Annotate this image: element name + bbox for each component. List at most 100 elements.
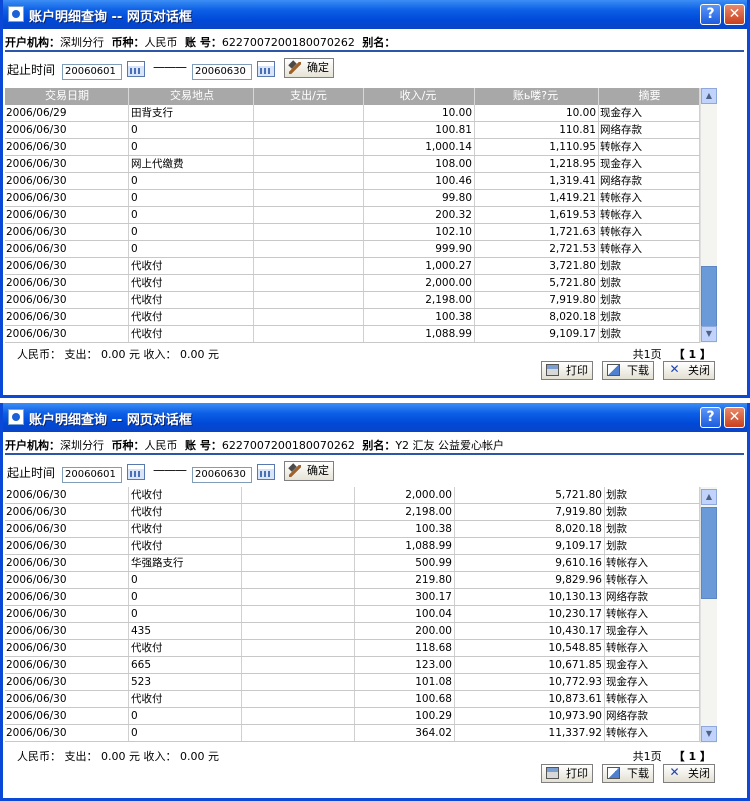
table-row[interactable]: 2006/06/30 代收付 100.68 10,873.61 转帐存入 <box>5 691 715 708</box>
help-button[interactable]: ? <box>700 4 721 25</box>
table-row[interactable]: 2006/06/30 0 100.29 10,973.90 网络存款 <box>5 708 715 725</box>
table-row[interactable]: 2006/06/29 田背支行 10.00 10.00 现金存入 <box>5 105 715 122</box>
cell-date: 2006/06/30 <box>5 521 129 537</box>
cell-summary: 划款 <box>599 275 700 291</box>
table-row[interactable]: 2006/06/30 代收付 1,000.27 3,721.80 划款 <box>5 258 715 275</box>
cell-income: 100.04 <box>355 606 455 622</box>
cell-expense <box>242 657 355 673</box>
end-date-input[interactable]: 20060630 <box>192 467 252 483</box>
start-calendar-icon[interactable] <box>127 61 145 77</box>
cell-balance: 10,548.85 <box>455 640 605 656</box>
end-date-input[interactable]: 20060630 <box>192 64 252 80</box>
download-button[interactable]: 下载 <box>602 764 654 783</box>
download-button[interactable]: 下载 <box>602 361 654 380</box>
close-button[interactable]: ✕ 关闭 <box>663 361 715 380</box>
divider <box>5 50 744 52</box>
cell-income: 1,088.99 <box>364 326 475 342</box>
table-row[interactable]: 2006/06/30 代收付 100.38 8,020.18 划款 <box>5 521 715 538</box>
scroll-thumb[interactable] <box>701 507 717 599</box>
table-row[interactable]: 2006/06/30 665 123.00 10,671.85 现金存入 <box>5 657 715 674</box>
cell-expense <box>242 504 355 520</box>
end-calendar-icon[interactable] <box>257 464 275 480</box>
table-row[interactable]: 2006/06/30 代收付 118.68 10,548.85 转帐存入 <box>5 640 715 657</box>
col-header-date[interactable]: 交易日期 <box>5 88 129 105</box>
cell-expense <box>254 241 364 257</box>
confirm-button[interactable]: 确定 <box>284 58 334 78</box>
cell-balance: 10,873.61 <box>455 691 605 707</box>
scroll-down-arrow-icon[interactable]: ▼ <box>701 726 717 742</box>
table-row[interactable]: 2006/06/30 0 364.02 11,337.92 转帐存入 <box>5 725 715 742</box>
cell-summary: 划款 <box>605 538 700 554</box>
cell-location: 代收付 <box>129 640 242 656</box>
start-calendar-icon[interactable] <box>127 464 145 480</box>
print-button[interactable]: 打印 <box>541 361 593 380</box>
cell-balance: 1,110.95 <box>475 139 599 155</box>
page-number[interactable]: 【 1 】 <box>674 750 711 763</box>
window-close-button[interactable]: ✕ <box>724 4 745 25</box>
vertical-scrollbar[interactable]: ▲ ▼ <box>700 88 717 343</box>
table-row[interactable]: 2006/06/30 代收付 2,000.00 5,721.80 划款 <box>5 487 715 504</box>
table-row[interactable]: 2006/06/30 代收付 1,088.99 9,109.17 划款 <box>5 538 715 555</box>
table-row[interactable]: 2006/06/30 435 200.00 10,430.17 现金存入 <box>5 623 715 640</box>
page-number[interactable]: 【 1 】 <box>674 348 711 361</box>
cell-expense <box>242 521 355 537</box>
hammer-icon <box>289 465 301 477</box>
start-date-input[interactable]: 20060601 <box>62 64 122 80</box>
title-bar[interactable]: 账户明细查询 -- 网页对话框 ? ✕ <box>3 0 747 29</box>
print-button[interactable]: 打印 <box>541 764 593 783</box>
close-icon: ✕ <box>669 362 680 376</box>
scroll-up-arrow-icon[interactable]: ▲ <box>701 489 717 505</box>
table-row[interactable]: 2006/06/30 0 99.80 1,419.21 转帐存入 <box>5 190 715 207</box>
scroll-thumb[interactable] <box>701 266 717 328</box>
scroll-down-arrow-icon[interactable]: ▼ <box>701 326 717 342</box>
window-close-button[interactable]: ✕ <box>724 407 745 428</box>
table-row[interactable]: 2006/06/30 代收付 100.38 8,020.18 划款 <box>5 309 715 326</box>
table-row[interactable]: 2006/06/30 0 999.90 2,721.53 转帐存入 <box>5 241 715 258</box>
table-row[interactable]: 2006/06/30 0 300.17 10,130.13 网络存款 <box>5 589 715 606</box>
col-header-location[interactable]: 交易地点 <box>129 88 254 105</box>
table-row[interactable]: 2006/06/30 0 102.10 1,721.63 转帐存入 <box>5 224 715 241</box>
date-range-row: 起止时间 20060601 ——— 20060630 确定 <box>5 58 745 82</box>
vertical-scrollbar[interactable]: ▲ ▼ <box>700 487 717 743</box>
col-header-balance[interactable]: 账ь喽?元 <box>475 88 599 105</box>
confirm-button[interactable]: 确定 <box>284 461 334 481</box>
col-header-income[interactable]: 收入/元 <box>364 88 475 105</box>
cell-summary: 网络存款 <box>599 173 700 189</box>
cell-location: 0 <box>129 173 254 189</box>
cell-balance: 3,721.80 <box>475 258 599 274</box>
title-bar[interactable]: 账户明细查询 -- 网页对话框 ? ✕ <box>3 403 747 432</box>
cell-balance: 1,319.41 <box>475 173 599 189</box>
table-row[interactable]: 2006/06/30 代收付 2,198.00 7,919.80 划款 <box>5 504 715 521</box>
table-row[interactable]: 2006/06/30 0 100.04 10,230.17 转帐存入 <box>5 606 715 623</box>
cell-expense <box>242 674 355 690</box>
table-row[interactable]: 2006/06/30 0 100.81 110.81 网络存款 <box>5 122 715 139</box>
cell-balance: 1,419.21 <box>475 190 599 206</box>
table-row[interactable]: 2006/06/30 0 200.32 1,619.53 转帐存入 <box>5 207 715 224</box>
print-label: 打印 <box>566 767 588 780</box>
scroll-up-arrow-icon[interactable]: ▲ <box>701 88 717 104</box>
cell-income: 200.32 <box>364 207 475 223</box>
close-icon: ✕ <box>669 765 680 779</box>
cell-location: 0 <box>129 606 242 622</box>
help-button[interactable]: ? <box>700 407 721 428</box>
table-row[interactable]: 2006/06/30 代收付 2,198.00 7,919.80 划款 <box>5 292 715 309</box>
col-header-summary[interactable]: 摘要 <box>599 88 700 105</box>
table-row[interactable]: 2006/06/30 网上代缴费 108.00 1,218.95 现金存入 <box>5 156 715 173</box>
table-row[interactable]: 2006/06/30 代收付 2,000.00 5,721.80 划款 <box>5 275 715 292</box>
table-row[interactable]: 2006/06/30 0 1,000.14 1,110.95 转帐存入 <box>5 139 715 156</box>
cell-date: 2006/06/30 <box>5 589 129 605</box>
end-calendar-icon[interactable] <box>257 61 275 77</box>
cell-location: 0 <box>129 572 242 588</box>
cell-expense <box>254 190 364 206</box>
cell-balance: 10,130.13 <box>455 589 605 605</box>
start-date-input[interactable]: 20060601 <box>62 467 122 483</box>
table-row[interactable]: 2006/06/30 0 100.46 1,319.41 网络存款 <box>5 173 715 190</box>
table-row[interactable]: 2006/06/30 523 101.08 10,772.93 现金存入 <box>5 674 715 691</box>
table-row[interactable]: 2006/06/30 代收付 1,088.99 9,109.17 划款 <box>5 326 715 343</box>
close-button[interactable]: ✕ 关闭 <box>663 764 715 783</box>
cell-location: 代收付 <box>129 292 254 308</box>
table-row[interactable]: 2006/06/30 0 219.80 9,829.96 转帐存入 <box>5 572 715 589</box>
col-header-expense[interactable]: 支出/元 <box>254 88 364 105</box>
table-row[interactable]: 2006/06/30 华强路支行 500.99 9,610.16 转帐存入 <box>5 555 715 572</box>
cell-income: 1,088.99 <box>355 538 455 554</box>
